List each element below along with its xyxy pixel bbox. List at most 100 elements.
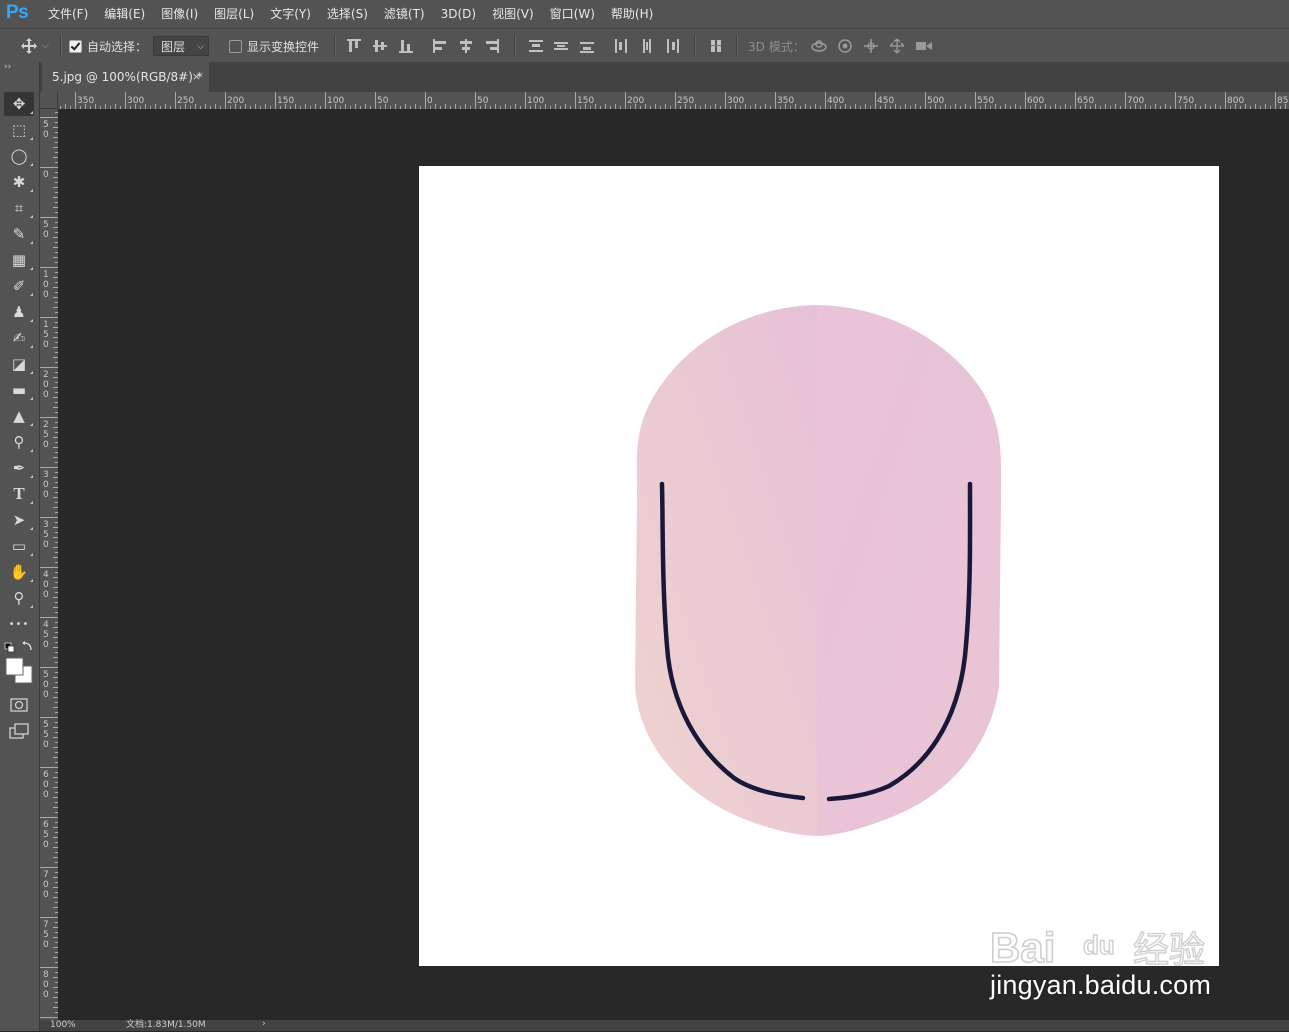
document-canvas[interactable]: [419, 166, 1219, 966]
tool-flyout-indicator: [30, 215, 33, 218]
eraser-tool[interactable]: ◪: [4, 352, 34, 376]
3d-mode-icons: [810, 29, 934, 63]
magic-wand-tool[interactable]: ✱: [4, 170, 34, 194]
marquee-tool[interactable]: ⬚: [4, 118, 34, 142]
move-tool-preset[interactable]: ⌵: [20, 29, 49, 63]
ruler-label: 150: [577, 96, 594, 106]
zoom-tool-icon: ⚲: [13, 589, 25, 607]
path-select-tool[interactable]: ➤: [4, 508, 34, 532]
foreground-color-swatch[interactable]: [5, 657, 24, 676]
3d-slide-icon[interactable]: [888, 38, 906, 54]
gradient-tool[interactable]: ▬: [4, 378, 34, 402]
marquee-tool-icon: ⬚: [11, 121, 27, 139]
tool-flyout-indicator: [30, 423, 33, 426]
chevron-right-icon[interactable]: ›: [262, 1017, 266, 1031]
history-brush-tool[interactable]: ✍: [4, 326, 34, 350]
close-icon[interactable]: ×: [192, 62, 201, 92]
stamp-tool[interactable]: ♟: [4, 300, 34, 324]
color-swatches[interactable]: [4, 640, 36, 690]
separator: [514, 35, 516, 57]
menu-item[interactable]: 文件(F): [40, 0, 96, 28]
document-info[interactable]: 文档:1.83M/1.50M: [126, 1018, 206, 1032]
ruler-label: 450: [877, 96, 894, 106]
menu-item[interactable]: 编辑(E): [96, 0, 153, 28]
distribute-left-icon[interactable]: [613, 38, 629, 54]
crop-tool[interactable]: ⌗: [4, 196, 34, 220]
distribute-bottom-icon[interactable]: [579, 38, 595, 54]
tool-flyout-indicator: [30, 293, 33, 296]
distribute-right-icon[interactable]: [665, 38, 681, 54]
move-tool[interactable]: ✥: [4, 92, 34, 116]
3d-mode-label: 3D 模式：: [748, 39, 805, 54]
distribute-vcenter-icon[interactable]: [553, 38, 569, 54]
align-bottom-icon[interactable]: [398, 38, 414, 54]
tool-flyout-indicator: [30, 579, 33, 582]
show-transform-checkbox[interactable]: 显示变换控件: [229, 29, 319, 63]
menu-item[interactable]: 选择(S): [319, 0, 376, 28]
ruler-label: 550: [43, 720, 49, 750]
3d-pan-icon[interactable]: [862, 38, 880, 54]
healing-tool[interactable]: ▦: [4, 248, 34, 272]
ruler-label: 400: [827, 96, 844, 106]
distribute-hcenter-icon[interactable]: [639, 38, 655, 54]
menu-item[interactable]: 图层(L): [206, 0, 262, 28]
zoom-tool[interactable]: ⚲: [4, 586, 34, 610]
zoom-level[interactable]: 100%: [50, 1018, 76, 1032]
align-hcenter-icon[interactable]: [458, 38, 474, 54]
ruler-label: 150: [277, 96, 294, 106]
menu-item[interactable]: 滤镜(T): [376, 0, 433, 28]
more-tools[interactable]: •••: [4, 612, 34, 636]
ruler-label: 350: [77, 96, 94, 106]
ruler-label: 300: [43, 470, 49, 500]
document-tab[interactable]: 5.jpg @ 100%(RGB/8#) * ×: [42, 62, 209, 92]
screen-mode-icon[interactable]: [9, 723, 31, 741]
menu-item[interactable]: 视图(V): [484, 0, 542, 28]
tool-flyout-indicator: [30, 527, 33, 530]
auto-select-label: 自动选择：: [87, 39, 148, 54]
align-left-icon[interactable]: [432, 38, 448, 54]
menu-item[interactable]: 帮助(H): [603, 0, 661, 28]
ruler-origin[interactable]: [40, 92, 58, 109]
align-vcenter-icon[interactable]: [372, 38, 388, 54]
ruler-label: 500: [927, 96, 944, 106]
brush-tool[interactable]: ✐: [4, 274, 34, 298]
show-transform-label: 显示变换控件: [247, 39, 320, 54]
3d-orbit-icon[interactable]: [810, 38, 828, 54]
dodge-tool[interactable]: ⚲: [4, 430, 34, 454]
auto-align-icon[interactable]: [709, 38, 725, 54]
3d-roll-icon[interactable]: [836, 38, 854, 54]
menu-item[interactable]: 窗口(W): [542, 0, 603, 28]
lasso-tool[interactable]: ◯: [4, 144, 34, 168]
collapse-panel-icon[interactable]: ››: [4, 62, 11, 72]
vertical-ruler[interactable]: 5005010015020025030035040045050055060065…: [40, 109, 59, 1020]
ruler-label: 600: [1027, 96, 1044, 106]
pen-tool[interactable]: ✒: [4, 456, 34, 480]
ruler-label: 0: [43, 170, 49, 180]
ruler-label: 300: [727, 96, 744, 106]
path-select-tool-icon: ➤: [12, 511, 26, 529]
watermark-logo-text: Bai: [990, 924, 1055, 970]
hand-tool[interactable]: ✋: [4, 560, 34, 584]
menu-bar: Ps 文件(F) 编辑(E) 图像(I) 图层(L) 文字(Y) 选择(S) 滤镜(T) 3D…: [0, 0, 1289, 28]
menu-item[interactable]: 文字(Y): [262, 0, 319, 28]
auto-select-check-icon[interactable]: [69, 39, 82, 53]
show-transform-check-icon[interactable]: [229, 39, 242, 53]
menu-item[interactable]: 图像(I): [153, 0, 206, 28]
rectangle-tool[interactable]: ▭: [4, 534, 34, 558]
menu-item[interactable]: 3D(D): [433, 0, 484, 28]
eyedropper-tool[interactable]: ✎: [4, 222, 34, 246]
auto-select-checkbox[interactable]: 自动选择：: [69, 29, 147, 63]
layer-select-dropdown[interactable]: 图层 ⌵: [153, 36, 209, 56]
move-icon: [21, 38, 37, 54]
horizontal-ruler[interactable]: 350 300 250 200 150 100 50 0 50 100 150 200 250 300 35…: [58, 92, 1289, 110]
blur-tool[interactable]: ▲: [4, 404, 34, 428]
quick-mask-icon[interactable]: [10, 697, 30, 713]
magic-wand-tool-icon: ✱: [12, 173, 26, 191]
distribute-top-icon[interactable]: [528, 38, 544, 54]
brush-tool-icon: ✐: [12, 277, 26, 295]
healing-tool-icon: ▦: [11, 251, 27, 269]
3d-camera-icon[interactable]: [914, 38, 934, 54]
align-top-icon[interactable]: [346, 38, 362, 54]
align-right-icon[interactable]: [484, 38, 500, 54]
type-tool[interactable]: T: [4, 482, 34, 506]
